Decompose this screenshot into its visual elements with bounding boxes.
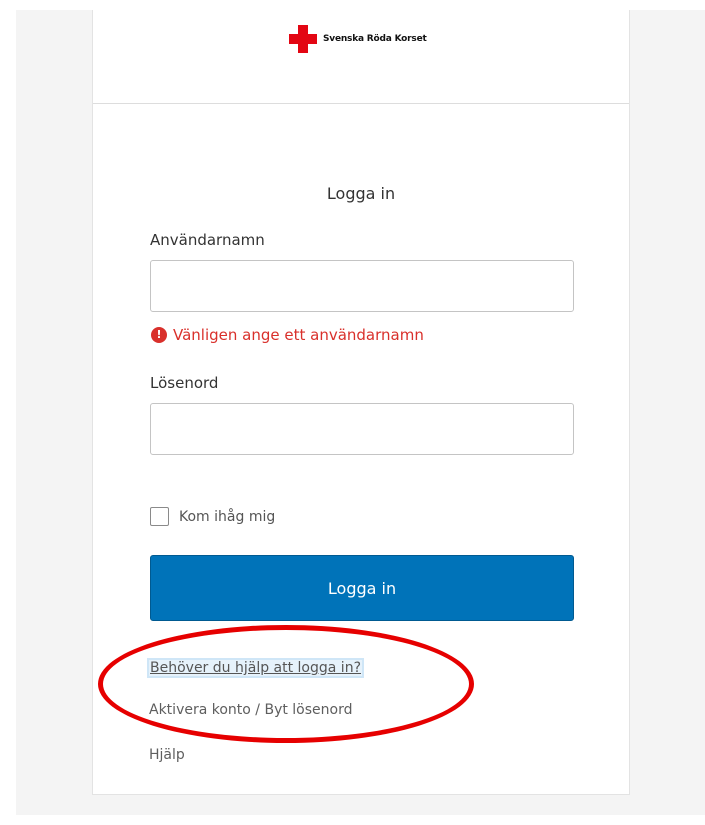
logo: Svenska Röda Korset	[289, 25, 427, 53]
password-input[interactable]	[150, 403, 574, 455]
card-header: Svenska Röda Korset	[93, 10, 629, 104]
logo-text: Svenska Röda Korset	[323, 34, 427, 44]
page-title: Logga in	[326, 184, 396, 203]
username-error-text: Vänligen ange ett användarnamn	[173, 326, 424, 344]
remember-me[interactable]: Kom ihåg mig	[150, 507, 275, 526]
login-button[interactable]: Logga in	[150, 555, 574, 621]
login-card: Svenska Röda Korset Logga in Användarnam…	[92, 10, 630, 795]
need-help-link[interactable]: Behöver du hjälp att logga in?	[149, 660, 362, 676]
exclamation-circle-icon: !	[151, 327, 167, 343]
username-input[interactable]	[150, 260, 574, 312]
password-label: Lösenord	[150, 374, 219, 392]
red-cross-icon	[289, 25, 317, 53]
remember-me-label: Kom ihåg mig	[179, 508, 276, 525]
username-label: Användarnamn	[150, 231, 265, 249]
username-error: ! Vänligen ange ett användarnamn	[150, 326, 424, 344]
checkbox-icon[interactable]	[150, 507, 169, 526]
activate-account-link[interactable]: Aktivera konto / Byt lösenord	[149, 702, 353, 718]
help-link[interactable]: Hjälp	[149, 747, 185, 763]
